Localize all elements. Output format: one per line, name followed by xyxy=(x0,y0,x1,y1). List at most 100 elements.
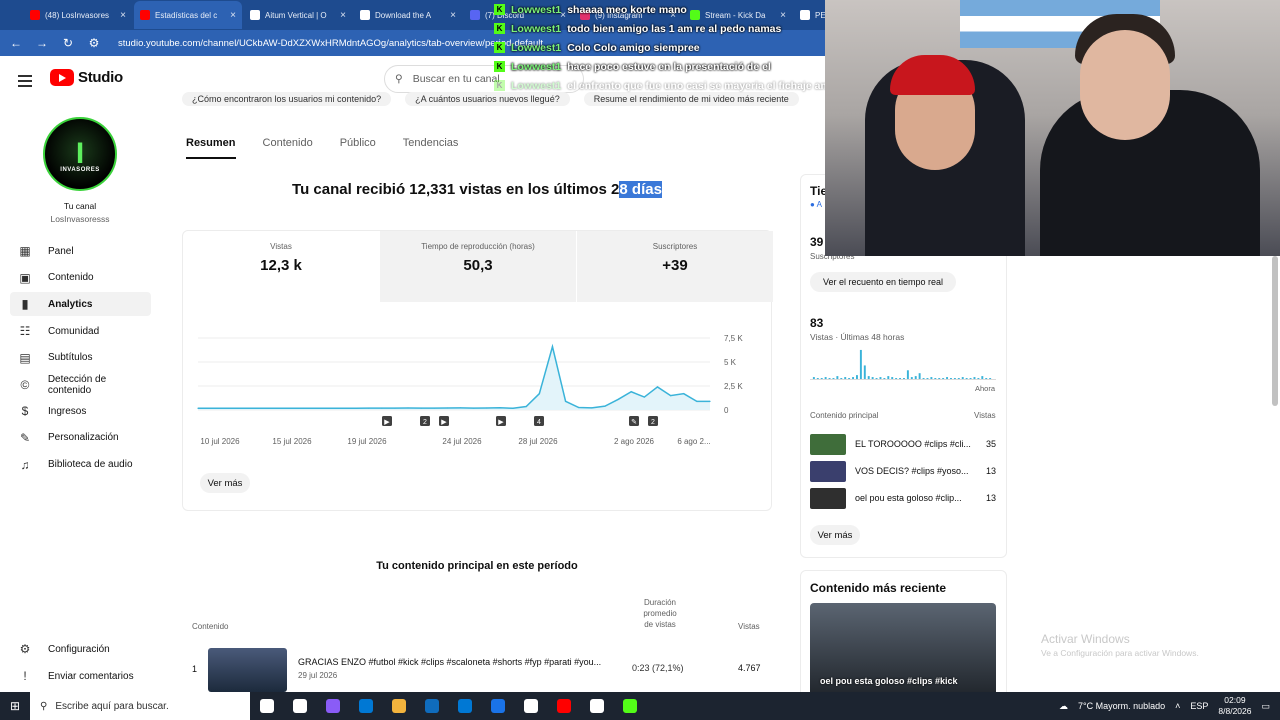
taskbar-app-icon[interactable] xyxy=(349,692,382,720)
close-icon[interactable]: × xyxy=(340,10,346,21)
browser-tab[interactable]: Aitum Vertical | O × xyxy=(244,1,352,29)
browser-tab[interactable]: Estadísticas del c × xyxy=(134,1,242,29)
taskbar-app-icon[interactable] xyxy=(448,692,481,720)
taskbar-app-icon[interactable] xyxy=(250,692,283,720)
audio-library-icon: ♫ xyxy=(20,457,30,472)
taskbar-app-icon[interactable] xyxy=(547,692,580,720)
x-tick-label: 10 jul 2026 xyxy=(200,437,240,446)
taskbar-app-icon[interactable] xyxy=(283,692,316,720)
analytics-tabs: Resumen Contenido Público Tendencias xyxy=(186,137,458,159)
sidebar-item-biblioteca[interactable]: ♫ Biblioteca de audio xyxy=(10,453,151,477)
studio-logo[interactable]: Studio xyxy=(50,69,123,86)
recent-video-thumbnail[interactable]: oel pou esta goloso #clips #kick xyxy=(810,603,996,698)
upload-marker-label: ▶ xyxy=(441,419,447,426)
taskbar-app-icon[interactable] xyxy=(415,692,448,720)
close-icon[interactable]: × xyxy=(230,10,236,21)
sidebar-item-analytics[interactable]: ▮ Analytics xyxy=(10,292,151,317)
scrollbar[interactable] xyxy=(1272,256,1278,406)
reload-icon[interactable]: ↻ xyxy=(62,36,74,50)
views-bar xyxy=(824,377,827,379)
top-content-views-header: Vistas xyxy=(974,411,996,420)
tab-favicon-icon xyxy=(360,10,370,20)
browser-tab[interactable]: Download the A × xyxy=(354,1,462,29)
data-point xyxy=(315,407,317,409)
chat-message: K Lowwest1 shaaaa meo korte mano xyxy=(494,0,824,19)
video-thumbnail[interactable] xyxy=(208,648,287,692)
hamburger-menu-icon[interactable] xyxy=(18,72,32,90)
table-row[interactable]: 1 GRACIAS ENZO #futbol #kick #clips #sca… xyxy=(182,648,772,692)
app-glyph xyxy=(622,699,637,713)
video-views: 13 xyxy=(985,493,996,503)
taskbar-search[interactable]: ⚲ Escribe aquí para buscar. xyxy=(30,692,250,720)
weather-icon[interactable]: ☁ xyxy=(1059,701,1068,712)
metric-label: Vistas xyxy=(270,242,292,251)
column-header-views[interactable]: Vistas xyxy=(738,622,760,631)
url-text[interactable]: studio.youtube.com/channel/UCkbAW-DdXZXW… xyxy=(118,38,543,49)
channel-avatar[interactable]: I INVASORES xyxy=(43,117,117,191)
taskbar-app-icon[interactable] xyxy=(580,692,613,720)
list-item[interactable]: oel pou esta goloso #clip... 13 xyxy=(810,488,1000,510)
suggestion-chip[interactable]: ¿Cómo encontraron los usuarios mi conten… xyxy=(182,92,392,106)
close-icon[interactable]: × xyxy=(450,10,456,21)
sidebar-item-personalizacion[interactable]: ✎ Personalización xyxy=(10,426,151,450)
x-tick-label: 19 jul 2026 xyxy=(347,437,387,446)
video-title[interactable]: GRACIAS ENZO #futbol #kick #clips #scalo… xyxy=(298,657,618,667)
list-item[interactable]: EL TOROOOOO #clips #cli... 35 xyxy=(810,434,1000,456)
channel-label: Tu canal xyxy=(63,201,97,211)
weather-text[interactable]: 7°C Mayorm. nublado xyxy=(1078,701,1165,711)
metric-tab[interactable]: Suscriptores +39 xyxy=(577,231,773,302)
clock[interactable]: 02:09 8/8/2026 xyxy=(1218,695,1251,717)
taskbar-app-icon[interactable] xyxy=(382,692,415,720)
lang-indicator[interactable]: ESP xyxy=(1190,701,1208,711)
sidebar-item-contenido[interactable]: ▣ Contenido xyxy=(10,266,151,290)
back-arrow-icon[interactable]: ← xyxy=(10,36,22,50)
views-48h-bars[interactable] xyxy=(810,348,996,380)
forward-arrow-icon[interactable]: → xyxy=(36,36,48,50)
column-header-duration[interactable]: Duración promedio de vistas xyxy=(640,597,680,630)
sidebar-item-feedback[interactable]: ! Enviar comentarios xyxy=(10,664,151,688)
video-thumbnail xyxy=(810,488,846,509)
realtime-count-button[interactable]: Ver el recuento en tiempo real xyxy=(810,272,956,292)
chat-username: Lowwest1 xyxy=(511,41,562,54)
views-bar xyxy=(903,378,905,379)
search-icon: ⚲ xyxy=(40,700,48,712)
see-more-button[interactable]: Ver más xyxy=(810,525,860,545)
metric-tab[interactable]: Tiempo de reproducción (horas) 50,3 xyxy=(380,231,576,302)
top-content-title: Tu contenido principal en este período xyxy=(376,560,578,572)
sidebar-item-subtitulos[interactable]: ▤ Subtítulos xyxy=(10,346,151,370)
views-bar xyxy=(844,377,847,379)
site-info-icon[interactable]: ⚙ xyxy=(88,36,100,50)
tab-tendencias[interactable]: Tendencias xyxy=(403,137,459,159)
chevron-up-icon[interactable]: ˄ xyxy=(1175,701,1180,711)
tab-publico[interactable]: Público xyxy=(340,137,376,159)
activate-windows-title: Activar Windows xyxy=(1041,632,1130,646)
taskbar-app-icon[interactable] xyxy=(514,692,547,720)
taskbar-app-icon[interactable] xyxy=(613,692,646,720)
sidebar-item-settings[interactable]: ⚙ Configuración xyxy=(10,637,151,661)
taskbar-app-icon[interactable] xyxy=(316,692,349,720)
taskbar-app-icon[interactable] xyxy=(481,692,514,720)
views-bar xyxy=(812,377,815,379)
see-more-button[interactable]: Ver más xyxy=(200,473,250,493)
y-tick-label: 2,5 K xyxy=(724,382,743,391)
clock-time: 02:09 xyxy=(1224,695,1246,705)
list-item[interactable]: VOS DECIS? #clips #yoso... 13 xyxy=(810,461,1000,483)
views-bar xyxy=(922,378,925,379)
y-tick-label: 7,5 K xyxy=(724,334,743,343)
windows-start-icon[interactable]: ⊞ xyxy=(0,699,30,713)
metric-tab[interactable]: Vistas 12,3 k xyxy=(183,231,379,302)
views-line-chart[interactable]: 7,5 K 5 K 2,5 K 0 ▶ 2 ▶ ▶ 4 ✎ 2 10 jul 2026 15 jul 2… xyxy=(194,330,754,455)
notifications-icon[interactable]: ▭ xyxy=(1261,701,1270,712)
browser-tab[interactable]: (48) LosInvasores × xyxy=(24,1,132,29)
sidebar-item-panel[interactable]: ▦ Panel xyxy=(10,239,151,263)
data-point xyxy=(459,407,462,409)
sidebar-item-ingresos[interactable]: $ Ingresos xyxy=(10,399,151,423)
tab-contenido[interactable]: Contenido xyxy=(263,137,313,159)
data-point xyxy=(604,405,606,407)
sidebar-item-deteccion[interactable]: © Detección de contenido xyxy=(10,373,151,397)
close-icon[interactable]: × xyxy=(120,10,126,21)
sidebar-item-comunidad[interactable]: ☷ Comunidad xyxy=(10,319,151,343)
upload-marker-label: 4 xyxy=(537,419,541,426)
tab-resumen[interactable]: Resumen xyxy=(186,137,236,159)
chat-text: shaaaa meo korte mano xyxy=(567,3,687,16)
